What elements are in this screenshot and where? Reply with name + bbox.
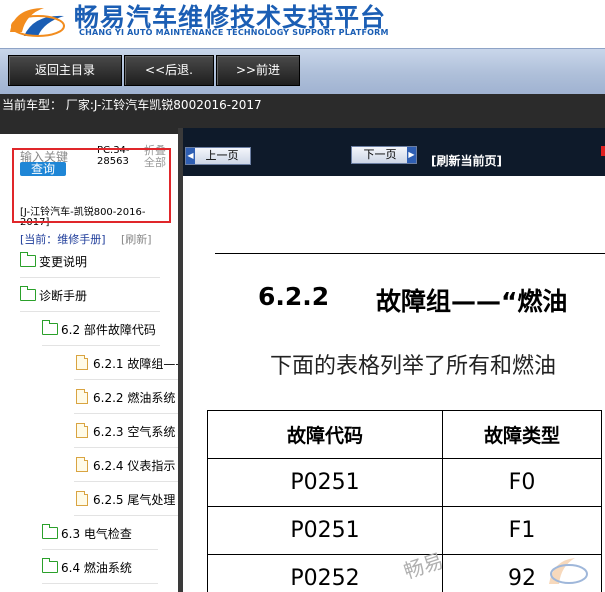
tree-item-label: 6.4 燃油系统 xyxy=(61,561,132,575)
content-nav-bar: ◀ 上一页 下一页 ▶ [刷新当前页] xyxy=(183,128,605,176)
current-model-bar: 当前车型： 厂家:J-江铃汽车凯锐8002016-2017 xyxy=(0,94,605,128)
table-cell: P0251 xyxy=(207,458,443,507)
toolbar: 返回主目录 <<后退. >>前进 xyxy=(0,48,605,95)
page-icon xyxy=(76,457,88,472)
folder-icon xyxy=(42,558,58,573)
intro-text: 下面的表格列举了所有和燃油 xyxy=(270,354,557,379)
watermark-logo-icon xyxy=(549,558,588,584)
tree-item-6-2-2[interactable]: 6.2.2 燃油系统 xyxy=(74,380,178,414)
page-icon xyxy=(76,355,88,370)
tree-item-label: 6.2.5 尾气处理 xyxy=(93,493,176,507)
document-page: 6.2.2 故障组——“燃油 下面的表格列举了所有和燃油 故障代码 故障类型 P… xyxy=(183,176,605,592)
table-cell: P0251 xyxy=(207,506,443,555)
tree-item-label: 诊断手册 xyxy=(39,289,88,303)
table-cell: F0 xyxy=(442,458,602,507)
table-header-row: 故障代码 故障类型 xyxy=(207,410,602,459)
prev-page-button[interactable]: ◀ 上一页 xyxy=(185,147,251,165)
tree-item-6-2-1[interactable]: 6.2.1 故障组—— xyxy=(74,346,178,380)
logo-icon xyxy=(10,8,65,37)
tree-item-electrical-check[interactable]: 6.3 电气检查 xyxy=(42,516,158,550)
home-button[interactable]: 返回主目录 xyxy=(8,55,122,86)
app-header: 畅易汽车维修技术支持平台 CHANG YI AUTO MAINTENANCE T… xyxy=(0,0,605,48)
table-row: P0251 F0 xyxy=(207,458,602,507)
page-icon xyxy=(76,423,88,438)
folder-icon xyxy=(20,252,36,267)
folder-icon xyxy=(20,286,36,301)
tree-item-fuel-system[interactable]: 6.4 燃油系统 xyxy=(42,550,158,584)
red-marker xyxy=(601,146,605,156)
sidebar-top-strip xyxy=(0,128,180,134)
folder-icon xyxy=(42,524,58,539)
next-page-button[interactable]: 下一页 ▶ xyxy=(351,146,417,164)
back-button[interactable]: <<后退. xyxy=(124,55,214,86)
tree-item-label: 6.2.1 故障组—— xyxy=(93,357,178,371)
app-subtitle: CHANG YI AUTO MAINTENANCE TECHNOLOGY SUP… xyxy=(79,28,389,37)
tree-item-label: 6.3 电气检查 xyxy=(61,527,132,541)
folder-icon xyxy=(42,320,58,335)
tree-item-change-notes[interactable]: 变更说明 xyxy=(20,244,160,278)
next-page-label: 下一页 xyxy=(363,148,397,161)
section-title: 故障组——“燃油 xyxy=(376,287,568,316)
prev-page-label: 上一页 xyxy=(205,149,239,162)
page-icon xyxy=(76,491,88,506)
top-rule xyxy=(215,253,605,254)
tree-item-label: 6.2.3 空气系统 xyxy=(93,425,176,439)
page-icon xyxy=(76,389,88,404)
section-number: 6.2.2 xyxy=(258,282,330,311)
tree-item-label: 6.2.4 仪表指示 xyxy=(93,459,176,473)
refresh-current-page-link[interactable]: [刷新当前页] xyxy=(431,152,502,169)
tree-item-6-2-4[interactable]: 6.2.4 仪表指示 xyxy=(74,448,178,482)
arrow-right-icon: ▶ xyxy=(407,147,416,163)
highlight-box xyxy=(12,148,171,223)
forward-button[interactable]: >>前进 xyxy=(216,55,300,86)
table-cell: F1 xyxy=(442,506,602,555)
tree-item-component-fault-codes[interactable]: 6.2 部件故障代码 xyxy=(42,312,160,346)
tree-item-label: 6.2.2 燃油系统 xyxy=(93,391,176,405)
column-header: 故障代码 xyxy=(207,410,443,459)
current-model-text: 当前车型： 厂家:J-江铃汽车凯锐8002016-2017 xyxy=(2,98,262,112)
arrow-left-icon: ◀ xyxy=(186,148,195,164)
tree-item-label: 6.2 部件故障代码 xyxy=(61,323,156,337)
table-row: P0251 F1 xyxy=(207,506,602,555)
tree-item-6-2-3[interactable]: 6.2.3 空气系统 xyxy=(74,414,178,448)
column-header: 故障类型 xyxy=(442,410,602,459)
tree-item-label: 变更说明 xyxy=(39,255,88,269)
tree-item-6-2-5[interactable]: 6.2.5 尾气处理 xyxy=(74,482,178,516)
tree-item-diagnostic-manual[interactable]: 诊断手册 xyxy=(20,278,160,312)
